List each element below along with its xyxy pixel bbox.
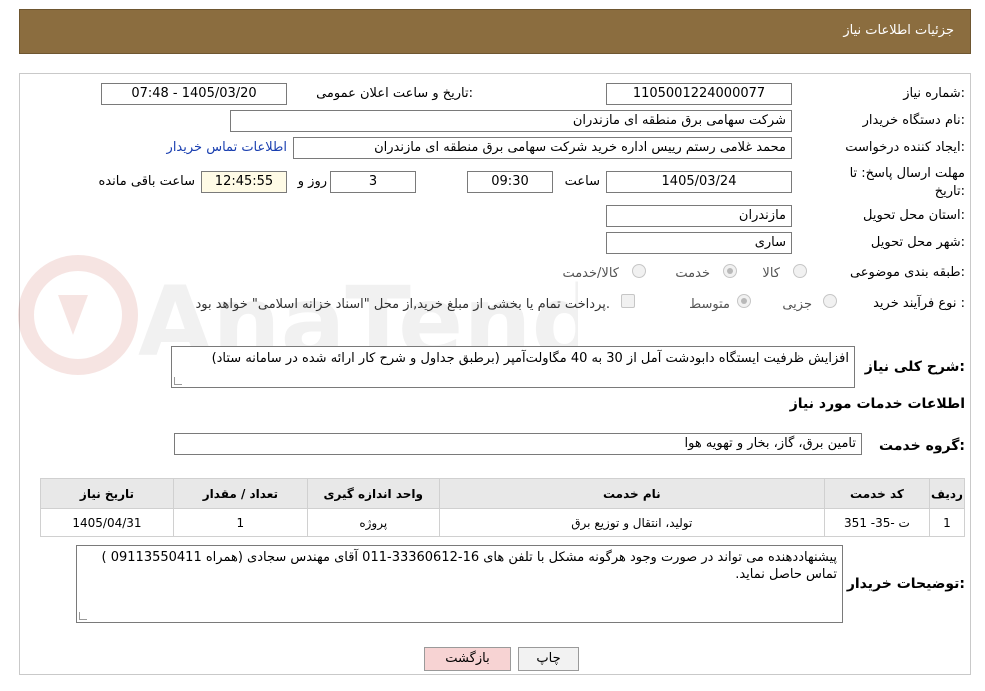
- cell-service-name: تولید، انتقال و توزیع برق: [438, 508, 825, 537]
- cell-row-number: 1: [928, 508, 966, 537]
- cell-quantity: 1: [172, 508, 308, 537]
- requester-field: محمد غلامی رستم رییس اداره خرید شرکت سها…: [293, 137, 792, 159]
- col-header-quantity: تعداد / مقدار: [172, 478, 308, 509]
- process-option-medium: متوسط: [689, 297, 730, 312]
- col-header-service-name: نام خدمت: [438, 478, 825, 509]
- days-field: 3: [330, 171, 416, 193]
- announce-field: 1405/03/20 - 07:48: [101, 83, 287, 105]
- city-field: ساری: [606, 232, 792, 254]
- category-option-goods: کالا: [762, 266, 780, 281]
- process-label: نوع فرآیند خرید :: [873, 296, 965, 311]
- province-label: استان محل تحویل:: [863, 208, 965, 223]
- province-field: مازندران: [606, 205, 792, 227]
- summary-textarea[interactable]: افزایش ظرفیت ایستگاه دابودشت آمل از 30 ب…: [171, 346, 855, 388]
- days-label: روز و: [297, 174, 327, 189]
- col-header-unit: واحد اندازه گیری: [306, 478, 440, 509]
- buyer-notes-textarea[interactable]: پیشنهاددهنده می تواند در صورت وجود هرگون…: [76, 545, 843, 623]
- category-option-both: کالا/خدمت: [562, 266, 619, 281]
- cell-need-date: 1405/04/31: [40, 508, 174, 537]
- need-number-label: شماره نیاز:: [903, 86, 965, 101]
- summary-label: شرح کلی نیاز:: [864, 359, 965, 375]
- category-radio-both[interactable]: [632, 264, 646, 278]
- treasury-payment-checkbox[interactable]: [621, 294, 635, 308]
- services-heading: اطلاعات خدمات مورد نیاز: [789, 396, 965, 412]
- col-header-service-code: کد خدمت: [823, 478, 930, 509]
- process-radio-minor[interactable]: [823, 294, 837, 308]
- process-radio-medium[interactable]: [737, 294, 751, 308]
- deadline-time-label: ساعت: [564, 174, 600, 189]
- cell-service-code: ت -35- 351: [823, 508, 930, 537]
- col-header-row-number: ردیف: [928, 478, 966, 509]
- remaining-time-field: 12:45:55: [201, 171, 287, 193]
- table-header-row: ردیف کد خدمت نام خدمت واحد اندازه گیری ت…: [40, 478, 966, 509]
- deadline-time-field: 09:30: [467, 171, 553, 193]
- services-table: ردیف کد خدمت نام خدمت واحد اندازه گیری ت…: [40, 478, 966, 537]
- category-label: طبقه بندی موضوعی:: [849, 265, 965, 280]
- buyer-contact-link[interactable]: اطلاعات تماس خریدار: [167, 140, 287, 155]
- category-radio-service[interactable]: [723, 264, 737, 278]
- category-option-service: خدمت: [675, 266, 710, 281]
- cell-unit: پروژه: [306, 508, 440, 537]
- city-label: شهر محل تحویل:: [870, 235, 965, 250]
- col-header-need-date: تاریخ نیاز: [40, 478, 174, 509]
- service-group-label: گروه خدمت:: [879, 438, 965, 454]
- announce-label: تاریخ و ساعت اعلان عمومی:: [316, 86, 473, 101]
- buyer-org-field: شرکت سهامی برق منطقه ای مازندران: [230, 110, 792, 132]
- process-option-minor: جزیی: [782, 297, 812, 312]
- buyer-notes-label: توضیحات خریدار:: [846, 576, 965, 592]
- deadline-label-date: تاریخ:: [934, 184, 965, 199]
- print-button[interactable]: چاپ: [518, 647, 579, 671]
- buyer-org-label: نام دستگاه خریدار:: [862, 113, 965, 128]
- deadline-label: مهلت ارسال پاسخ: تا: [849, 166, 965, 181]
- deadline-date-field: 1405/03/24: [606, 171, 792, 193]
- need-number-field: 1105001224000077: [606, 83, 792, 105]
- resize-handle-icon[interactable]: [79, 612, 87, 620]
- requester-label: ایجاد کننده درخواست:: [845, 140, 965, 155]
- summary-text: افزایش ظرفیت ایستگاه دابودشت آمل از 30 ب…: [211, 351, 849, 366]
- buyer-notes-text: پیشنهاددهنده می تواند در صورت وجود هرگون…: [101, 550, 837, 582]
- resize-handle-icon[interactable]: [174, 377, 182, 385]
- table-row: 1 ت -35- 351 تولید، انتقال و توزیع برق پ…: [40, 508, 966, 537]
- category-radio-goods[interactable]: [793, 264, 807, 278]
- remaining-label: ساعت باقی مانده: [98, 174, 195, 189]
- service-group-field: تامین برق، گاز، بخار و تهویه هوا: [174, 433, 862, 455]
- back-button[interactable]: بازگشت: [424, 647, 511, 671]
- page-header: جزئیات اطلاعات نیاز: [19, 9, 971, 54]
- treasury-payment-note: پرداخت تمام یا بخشی از مبلغ خرید,از محل …: [195, 297, 610, 312]
- page-title: جزئیات اطلاعات نیاز: [843, 23, 954, 38]
